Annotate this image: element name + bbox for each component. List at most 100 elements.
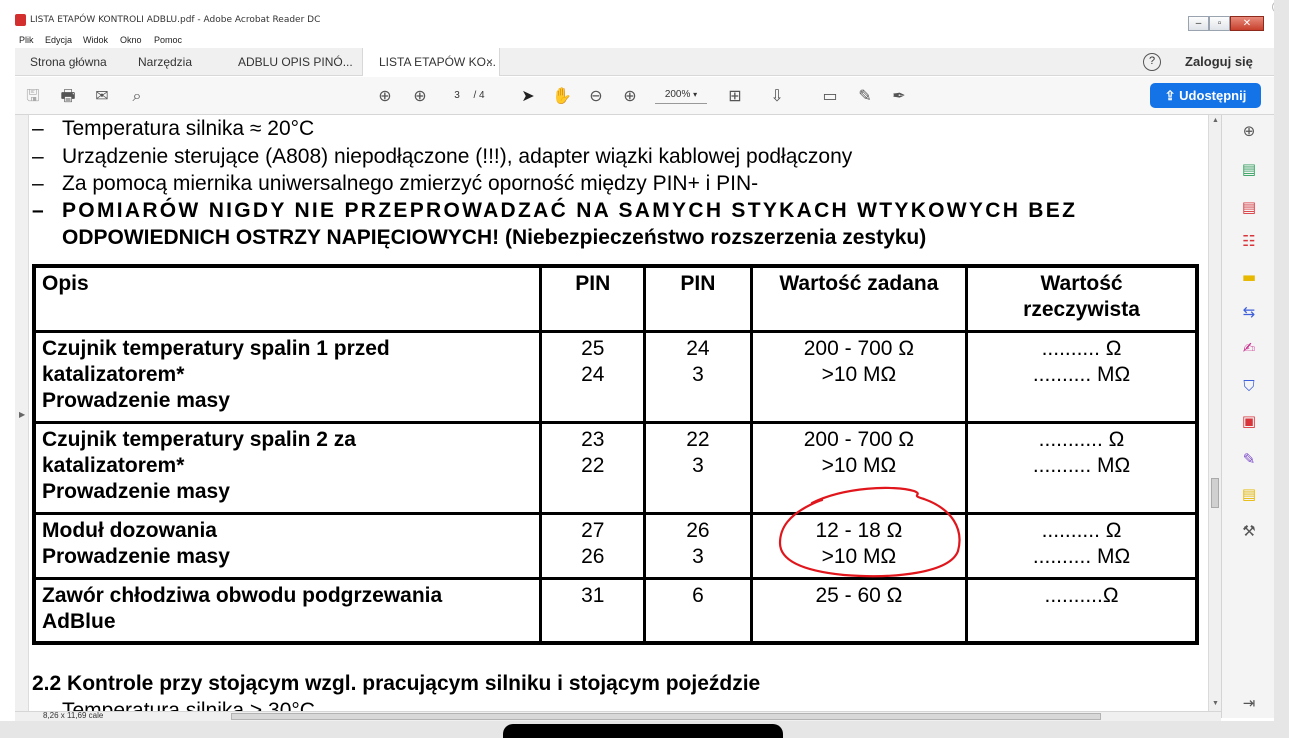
desc-line: katalizatorem*	[42, 362, 185, 386]
search-icon[interactable]: ⌕	[127, 86, 147, 106]
previous-page-icon[interactable]: ⊕	[375, 86, 395, 106]
maximize-button[interactable]: ▫	[1209, 16, 1230, 31]
hscroll-thumb[interactable]	[231, 713, 1101, 720]
comment-tool-icon[interactable]: ▬	[1239, 267, 1259, 287]
actual-value: .......... MΩ	[1032, 544, 1131, 568]
row-pin-1: 31	[539, 576, 647, 645]
row-pin-1: 25 24	[539, 329, 647, 424]
pin-value: 31	[581, 583, 605, 607]
fit-page-icon[interactable]: ⊞	[725, 86, 745, 106]
toolbar: 🖫 🖶 ✉ ⌕ ⊕ ⊕ 3 / 4 ➤ ✋ ⊖ ⊕ 200% ▾ ⊞ ⇩ ▭ ✎…	[15, 77, 1274, 115]
tab-bar: Strona główna Narzędzia ADBLU OPIS PINÓ.…	[15, 48, 1274, 76]
header-pin-2: PIN	[643, 264, 753, 333]
zoom-in-icon[interactable]: ⊕	[620, 86, 640, 106]
protect-shield-icon[interactable]: ⛉	[1239, 376, 1259, 396]
row-pin-2: 6	[643, 576, 753, 645]
export-pdf-icon[interactable]: ▤	[1239, 159, 1259, 179]
header-target-value: Wartość zadana	[749, 264, 969, 333]
pin-value: 22	[581, 453, 605, 477]
next-page-icon[interactable]: ⊕	[410, 86, 430, 106]
tab-home[interactable]: Strona główna	[30, 48, 107, 76]
zoom-dropdown[interactable]: 200% ▾	[655, 86, 707, 104]
scroll-up-icon[interactable]: ▲	[1212, 117, 1219, 124]
sign-icon[interactable]: ✒	[889, 86, 909, 106]
pin-value: 26	[686, 518, 710, 542]
menu-window[interactable]: Okno	[120, 35, 142, 45]
scroll-down-icon[interactable]: ▼	[1212, 700, 1219, 707]
expand-left-panel-icon[interactable]: ▶	[19, 410, 25, 419]
desc-line: Prowadzenie masy	[42, 544, 230, 568]
target-value: >10 MΩ	[821, 453, 897, 477]
send-tracking-icon[interactable]: ▤	[1239, 484, 1259, 504]
row-description: Zawór chłodziwa obwodu podgrzewania AdBl…	[32, 576, 543, 645]
row-target-value: 25 - 60 Ω	[749, 576, 969, 645]
pin-value: 24	[581, 362, 605, 386]
menu-edit[interactable]: Edycja	[45, 35, 72, 45]
overlay-pill[interactable]	[503, 724, 783, 738]
fill-sign-icon[interactable]: ✍	[1239, 338, 1259, 358]
help-icon[interactable]: ?	[1143, 53, 1161, 71]
horizontal-scrollbar[interactable]: 8,26 x 11,69 cale	[15, 711, 1221, 721]
share-button[interactable]: ⇪ Udostępnij	[1150, 83, 1261, 108]
share-label: Udostępnij	[1179, 88, 1247, 103]
table-row: Moduł dozowania Prowadzenie masy 27 26 2…	[32, 511, 1199, 580]
row-description: Moduł dozowania Prowadzenie masy	[32, 511, 543, 580]
row-actual-value: ..........Ω	[965, 576, 1199, 645]
desc-line: Zawór chłodziwa obwodu podgrzewania	[42, 583, 443, 607]
minimize-button[interactable]: –	[1188, 16, 1209, 31]
menu-file[interactable]: Plik	[19, 35, 34, 45]
menu-bar: Plik Edycja Widok Okno Pomoc	[0, 34, 1289, 48]
page-size-label: 8,26 x 11,69 cale	[43, 711, 104, 720]
actual-value: .......... MΩ	[1032, 362, 1131, 386]
more-tools-icon[interactable]: ⚒	[1239, 521, 1259, 541]
certificate-pen-icon[interactable]: ✎	[1239, 449, 1259, 469]
pin-value: 3	[692, 362, 704, 386]
tab-document-adblu-pin[interactable]: ADBLU OPIS PINÓ...	[238, 48, 353, 76]
row-pin-1: 27 26	[539, 511, 647, 580]
bullet-dash: –	[32, 172, 44, 195]
email-icon[interactable]: ✉	[92, 86, 112, 106]
scrollbar-thumb[interactable]	[1211, 478, 1219, 508]
save-icon[interactable]: 🖫	[23, 86, 43, 106]
tab-tools[interactable]: Narzędzia	[138, 48, 192, 76]
pin-value: 24	[686, 336, 710, 360]
bullet-warning: POMIARÓW NIGDY NIE PRZEPROWADZAĆ NA SAMY…	[62, 199, 1078, 222]
collapse-pane-icon[interactable]: ⇥	[1239, 693, 1259, 713]
left-panel-strip[interactable]: ▶	[15, 115, 29, 711]
table-row: Zawór chłodziwa obwodu podgrzewania AdBl…	[32, 576, 1199, 645]
page-current: 3	[454, 90, 460, 101]
row-pin-2: 24 3	[643, 329, 753, 424]
zoom-out-icon[interactable]: ⊖	[586, 86, 606, 106]
select-cursor-icon[interactable]: ➤	[518, 86, 538, 106]
actual-value: .......... Ω	[1041, 336, 1122, 360]
tab-document-lista-etapow[interactable]: LISTA ETAPÓW KO... ×	[362, 48, 500, 76]
vertical-scrollbar[interactable]: ▲ ▼	[1208, 115, 1221, 711]
pin-value: 22	[686, 427, 710, 451]
organize-pages-icon[interactable]: ☷	[1239, 231, 1259, 251]
menu-view[interactable]: Widok	[83, 35, 108, 45]
bullet-dash: –	[32, 145, 44, 168]
row-actual-value: .......... Ω .......... MΩ	[965, 511, 1199, 580]
scroll-mode-icon[interactable]: ⇩	[767, 86, 787, 106]
comment-icon[interactable]: ▭	[820, 86, 840, 106]
desc-line: Czujnik temperatury spalin 2 za	[42, 427, 356, 451]
row-description: Czujnik temperatury spalin 2 za kataliza…	[32, 420, 543, 515]
pdf-document-icon[interactable]: ▣	[1239, 411, 1259, 431]
tab-close-icon[interactable]: ×	[486, 48, 493, 76]
actual-value: .......... MΩ	[1032, 453, 1131, 477]
close-window-button[interactable]: ✕	[1230, 16, 1264, 31]
target-value: 200 - 700 Ω	[803, 336, 915, 360]
desc-line: AdBlue	[42, 609, 116, 633]
highlight-pen-icon[interactable]: ✎	[855, 86, 875, 106]
create-pdf-icon[interactable]: ▤	[1239, 197, 1259, 217]
zoom-tool-icon[interactable]: ⊕	[1239, 121, 1259, 141]
header-actual-line2: rzeczywista	[1023, 298, 1140, 321]
hand-tool-icon[interactable]: ✋	[552, 86, 572, 106]
send-for-signature-icon[interactable]: ⇆	[1239, 302, 1259, 322]
login-link[interactable]: Zaloguj się	[1185, 48, 1253, 76]
menu-help[interactable]: Pomoc	[154, 35, 182, 45]
print-icon[interactable]: 🖶	[58, 86, 78, 106]
header-description: Opis	[32, 264, 543, 333]
bullet-dash: –	[32, 117, 44, 140]
pin-value: 27	[581, 518, 605, 542]
